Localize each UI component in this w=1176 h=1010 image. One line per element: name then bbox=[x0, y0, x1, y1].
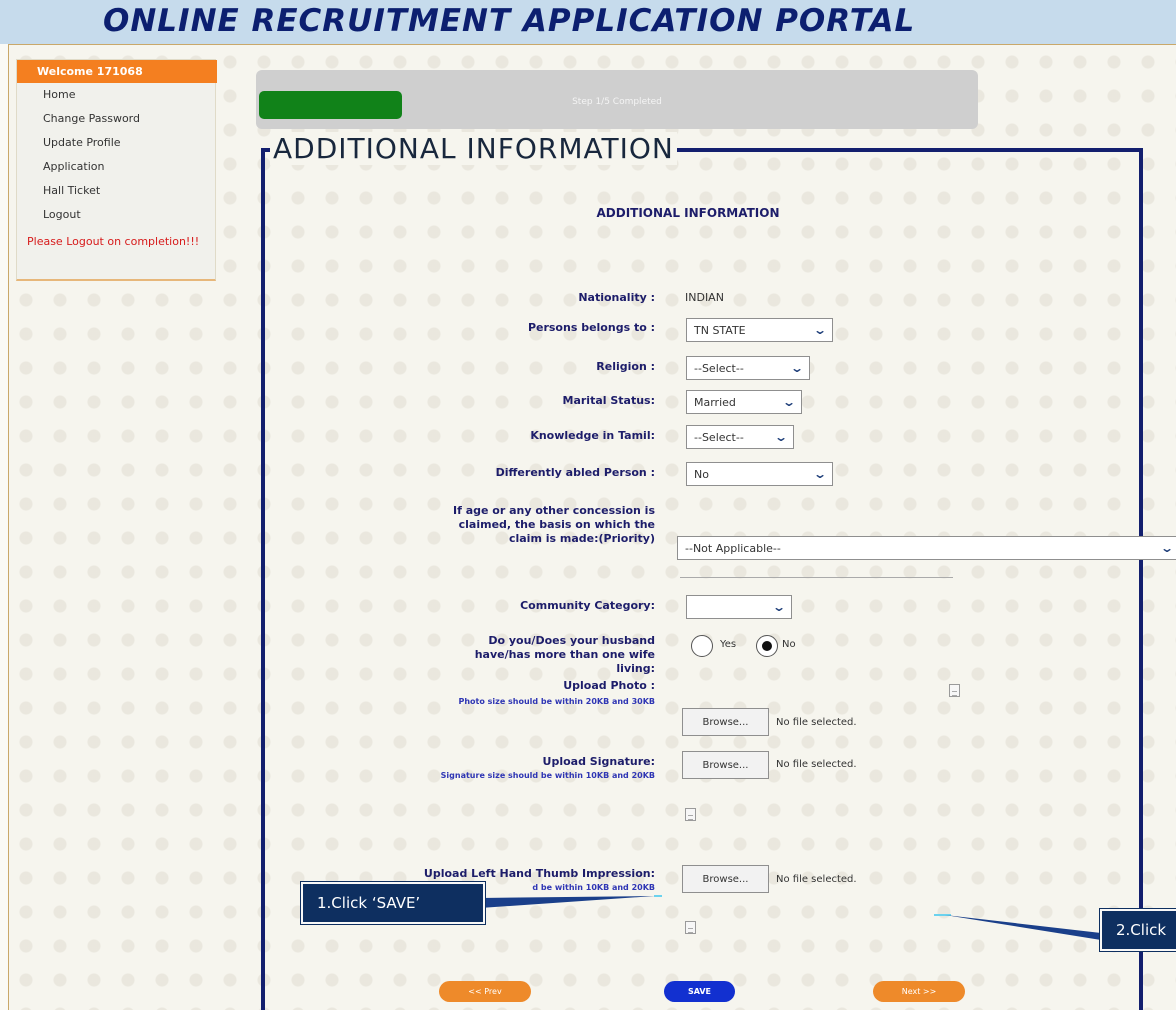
upload-signature-label: Upload Signature: bbox=[542, 755, 655, 768]
persons-belong-select[interactable]: TN STATE ⌄ bbox=[686, 318, 833, 342]
signature-file-status: No file selected. bbox=[776, 759, 857, 770]
sidebar-item-home[interactable]: Home bbox=[43, 88, 75, 101]
wife-living-label: Do you/Does your husband have/has more t… bbox=[474, 634, 655, 675]
religion-select[interactable]: --Select-- ⌄ bbox=[686, 356, 810, 380]
sidebar-item-hall-ticket[interactable]: Hall Ticket bbox=[43, 184, 100, 197]
file-icon bbox=[949, 684, 960, 697]
section-legend: ADDITIONAL INFORMATION bbox=[270, 132, 677, 165]
header: ONLINE RECRUITMENT APPLICATION PORTAL bbox=[0, 0, 1176, 44]
differently-abled-label: Differently abled Person : bbox=[495, 466, 655, 479]
sidebar-item-update-profile[interactable]: Update Profile bbox=[43, 136, 121, 149]
knowledge-tamil-value: --Select-- bbox=[694, 431, 744, 444]
wife-living-no-label: No bbox=[782, 639, 796, 650]
next-callout: 2.Click bbox=[1100, 909, 1176, 951]
chevron-down-icon: ⌄ bbox=[781, 395, 797, 409]
chevron-down-icon: ⌄ bbox=[812, 467, 828, 481]
concession-value: --Not Applicable-- bbox=[685, 542, 781, 555]
thumb-file-status: No file selected. bbox=[776, 874, 857, 885]
save-callout-pointer bbox=[480, 895, 662, 908]
chevron-down-icon: ⌄ bbox=[1159, 541, 1175, 555]
nationality-label: Nationality : bbox=[578, 291, 655, 304]
upload-photo-label: Upload Photo : bbox=[563, 679, 655, 692]
knowledge-tamil-label: Knowledge in Tamil: bbox=[530, 429, 655, 442]
wife-living-yes-label: Yes bbox=[720, 639, 737, 650]
religion-label: Religion : bbox=[596, 360, 655, 373]
community-label: Community Category: bbox=[520, 599, 655, 612]
differently-abled-select[interactable]: No ⌄ bbox=[686, 462, 833, 486]
divider bbox=[680, 577, 953, 578]
logout-warning: Please Logout on completion!!! bbox=[27, 235, 200, 248]
chevron-down-icon: ⌄ bbox=[771, 600, 787, 614]
knowledge-tamil-select[interactable]: --Select-- ⌄ bbox=[686, 425, 794, 449]
community-select[interactable]: ⌄ bbox=[686, 595, 792, 619]
concession-label: If age or any other concession is claime… bbox=[452, 504, 655, 545]
progress-bar: Step 1/5 Completed bbox=[256, 70, 978, 129]
photo-file-status: No file selected. bbox=[776, 717, 857, 728]
differently-abled-value: No bbox=[694, 468, 709, 481]
marital-status-select[interactable]: Married ⌄ bbox=[686, 390, 802, 414]
wife-living-no-radio[interactable] bbox=[756, 635, 778, 657]
upload-thumb-label: Upload Left Hand Thumb Impression: bbox=[423, 867, 655, 880]
photo-browse-button[interactable]: Browse... bbox=[682, 708, 769, 736]
file-icon bbox=[685, 808, 696, 821]
chevron-down-icon: ⌄ bbox=[773, 430, 789, 444]
marital-status-label: Marital Status: bbox=[562, 394, 656, 407]
sidebar-item-change-password[interactable]: Change Password bbox=[43, 112, 140, 125]
persons-belong-label: Persons belongs to : bbox=[527, 321, 655, 334]
marital-status-value: Married bbox=[694, 396, 736, 409]
save-callout: 1.Click ‘SAVE’ bbox=[301, 882, 485, 924]
sidebar-item-application[interactable]: Application bbox=[43, 160, 104, 173]
nationality-value: INDIAN bbox=[685, 291, 724, 304]
file-icon bbox=[685, 921, 696, 934]
save-button[interactable]: SAVE bbox=[664, 981, 735, 1002]
chevron-down-icon: ⌄ bbox=[789, 361, 805, 375]
next-callout-pointer bbox=[934, 914, 1101, 940]
upload-signature-hint: Signature size should be within 10KB and… bbox=[440, 771, 655, 780]
thumb-browse-button[interactable]: Browse... bbox=[682, 865, 769, 893]
welcome-banner: Welcome 171068 bbox=[17, 60, 217, 83]
portal-title: ONLINE RECRUITMENT APPLICATION PORTAL bbox=[103, 3, 916, 39]
prev-button[interactable]: << Prev bbox=[439, 981, 531, 1002]
section-heading: ADDITIONAL INFORMATION bbox=[596, 206, 780, 220]
religion-value: --Select-- bbox=[694, 362, 744, 375]
upload-photo-hint: Photo size should be within 20KB and 30K… bbox=[458, 697, 656, 706]
sidebar: Welcome 171068 Home Change Password Upda… bbox=[16, 59, 217, 281]
progress-text: Step 1/5 Completed bbox=[572, 97, 662, 107]
chevron-down-icon: ⌄ bbox=[812, 323, 828, 337]
signature-browse-button[interactable]: Browse... bbox=[682, 751, 769, 779]
concession-select[interactable]: --Not Applicable-- ⌄ bbox=[677, 536, 1176, 560]
persons-belong-value: TN STATE bbox=[694, 324, 746, 337]
wife-living-yes-radio[interactable] bbox=[691, 635, 713, 657]
next-button[interactable]: Next >> bbox=[873, 981, 965, 1002]
